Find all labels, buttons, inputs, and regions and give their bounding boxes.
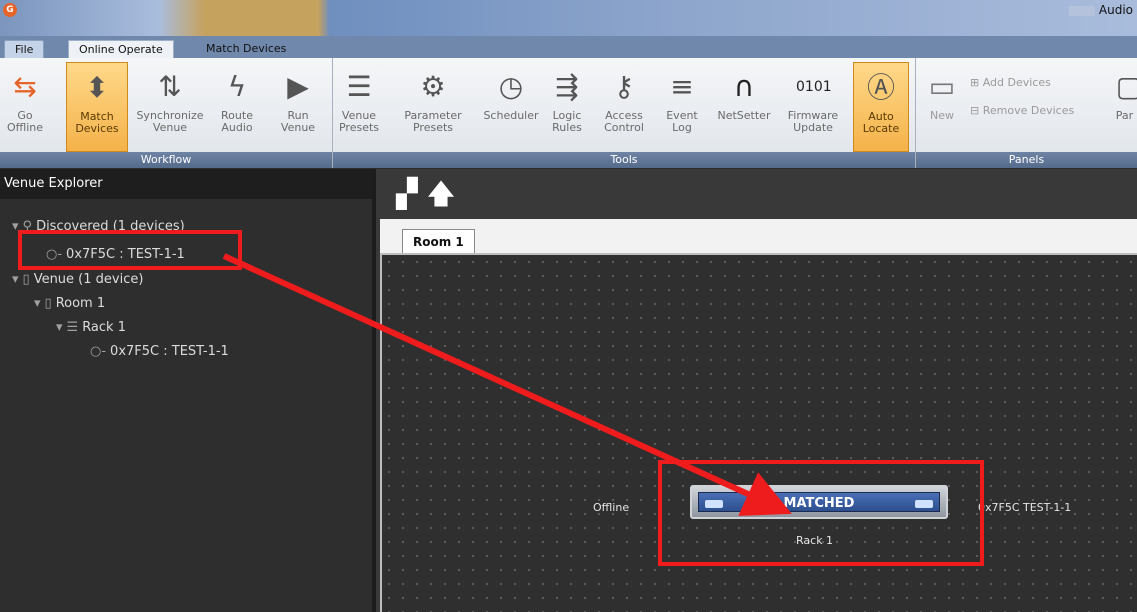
drag-arrow-icon	[222, 253, 792, 516]
